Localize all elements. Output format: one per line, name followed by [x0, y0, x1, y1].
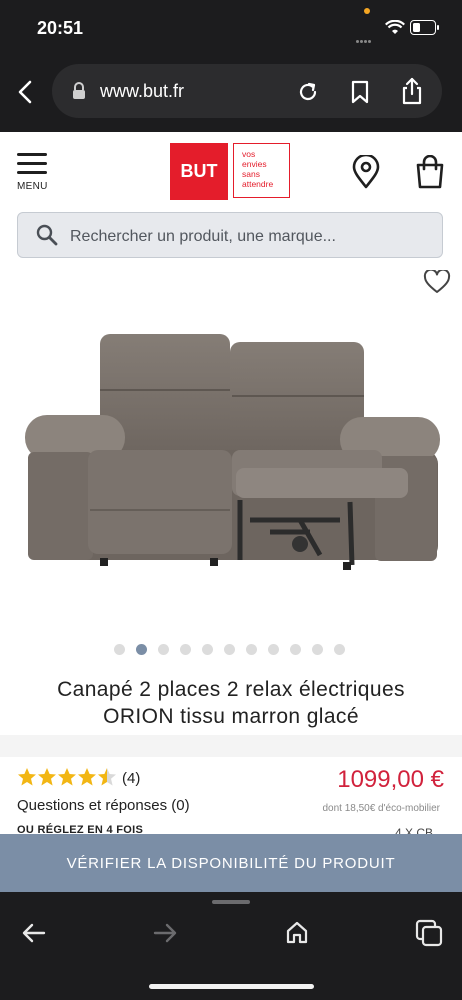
product-title: Canapé 2 places 2 relax électriques ORIO…: [0, 676, 462, 730]
lock-icon: [73, 82, 85, 99]
star-icon: [18, 768, 36, 786]
shopping-bag-icon[interactable]: [415, 155, 445, 189]
store-locator-icon[interactable]: [352, 155, 380, 189]
carousel-dot[interactable]: [158, 644, 169, 655]
home-indicator: [149, 984, 314, 989]
bookmark-icon[interactable]: [350, 80, 370, 104]
tagline-line: sans: [242, 169, 260, 179]
hamburger-menu-icon[interactable]: [17, 152, 47, 176]
favorite-heart-icon[interactable]: [423, 270, 451, 294]
tagline-line: vos: [242, 149, 256, 159]
eco-participation-note: dont 18,50€ d'éco-mobilier: [322, 803, 440, 814]
carousel-dot[interactable]: [312, 644, 323, 655]
search-icon: [36, 224, 58, 246]
product-price: 1099,00 €: [337, 766, 444, 793]
browser-back-icon[interactable]: [16, 80, 36, 104]
menu-label[interactable]: MENU: [17, 181, 48, 192]
status-bar: 20:51: [0, 0, 462, 52]
search-input[interactable]: Rechercher un produit, une marque...: [70, 228, 336, 246]
carousel-dot[interactable]: [224, 644, 235, 655]
carousel-dot[interactable]: [268, 644, 279, 655]
star-icon: [58, 768, 76, 786]
carousel-dot[interactable]: [136, 644, 147, 655]
orange-indicator-dot: [364, 8, 370, 14]
star-icon: [38, 768, 56, 786]
carousel-dot[interactable]: [246, 644, 257, 655]
logo-tagline: vos envies sans attendre: [233, 143, 290, 198]
rating-stars[interactable]: [17, 767, 117, 787]
product-title-line: ORION tissu marron glacé: [103, 705, 359, 728]
status-time: 20:51: [37, 18, 84, 38]
star-icon: [98, 768, 116, 786]
review-count[interactable]: (4): [122, 770, 140, 787]
product-title-line: Canapé 2 places 2 relax électriques: [57, 678, 405, 701]
url-text[interactable]: www.but.fr: [100, 81, 184, 102]
sofa-image: [25, 334, 440, 570]
cellular-signal-icon: [356, 30, 372, 48]
nav-back-arrow-icon[interactable]: [22, 922, 46, 944]
carousel-dot[interactable]: [114, 644, 125, 655]
carousel-dot[interactable]: [202, 644, 213, 655]
questions-answers-link[interactable]: Questions et réponses (0): [17, 797, 190, 814]
share-icon[interactable]: [400, 77, 424, 105]
tagline-line: attendre: [242, 179, 274, 189]
carousel-dot[interactable]: [290, 644, 301, 655]
site-header: [0, 132, 462, 212]
star-icon: [78, 768, 96, 786]
sheet-grabber[interactable]: [212, 900, 250, 904]
image-carousel-dots[interactable]: [114, 642, 356, 660]
nav-forward-arrow-icon[interactable]: [153, 922, 177, 944]
section-divider: [0, 735, 462, 757]
carousel-dot[interactable]: [180, 644, 191, 655]
tagline-line: envies: [242, 159, 267, 169]
check-availability-button[interactable]: VÉRIFIER LA DISPONIBILITÉ DU PRODUIT: [0, 834, 462, 892]
home-icon[interactable]: [285, 920, 309, 944]
but-logo[interactable]: BUT: [170, 143, 228, 200]
battery-icon: [410, 20, 439, 35]
product-image-gallery[interactable]: [0, 270, 462, 630]
reload-icon[interactable]: [296, 80, 320, 104]
carousel-dot[interactable]: [334, 644, 345, 655]
tabs-icon[interactable]: [415, 919, 443, 947]
wifi-icon: [385, 20, 405, 34]
